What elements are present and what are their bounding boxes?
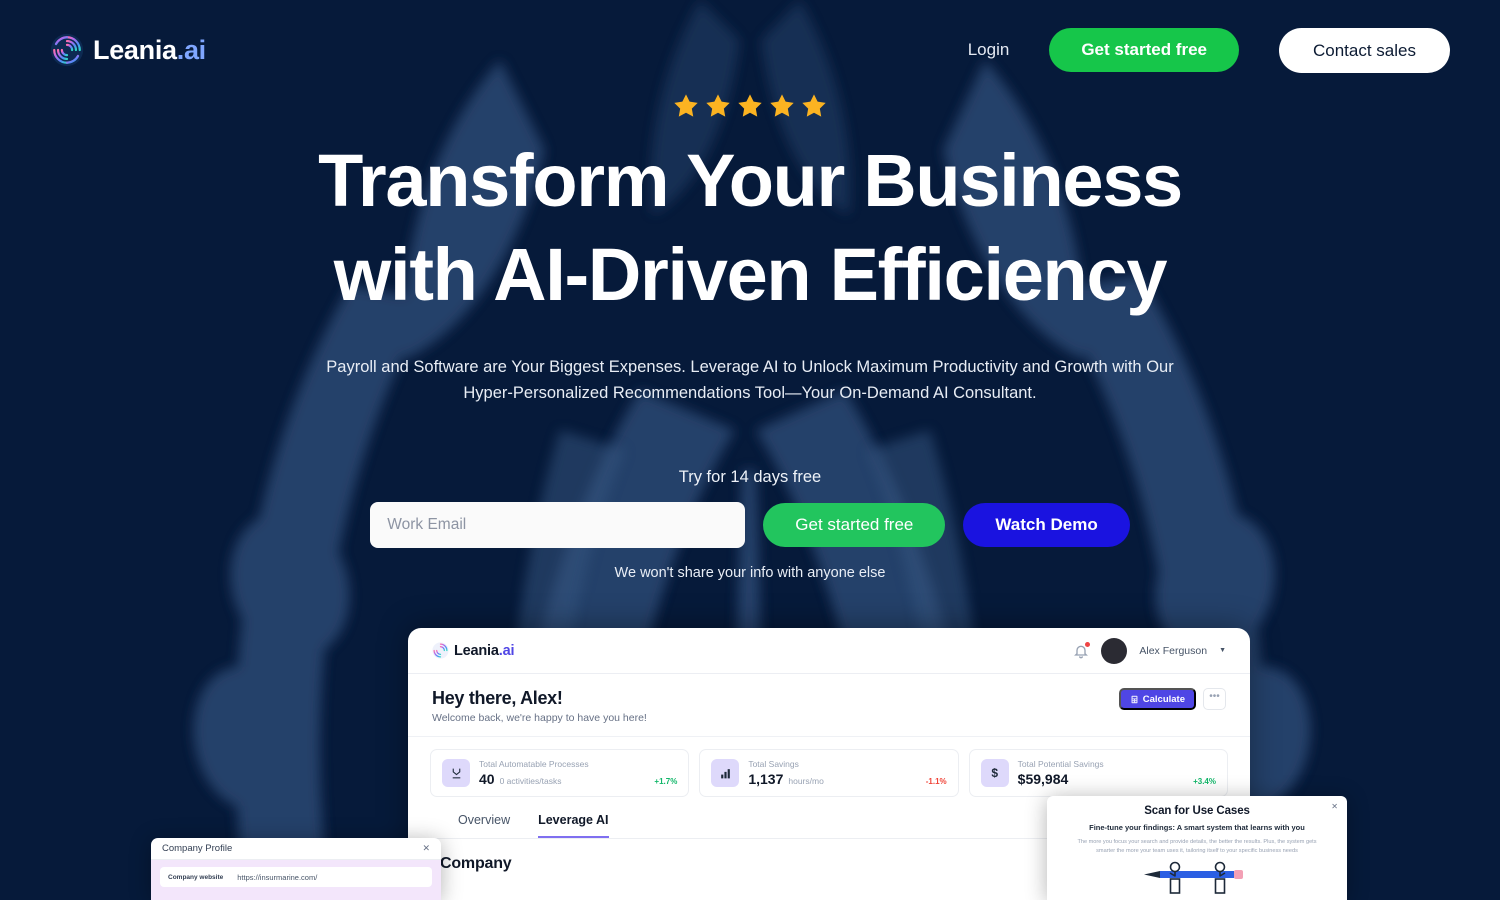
headline-line-1: Transform Your Business xyxy=(318,139,1183,222)
rating-stars xyxy=(0,92,1500,120)
dollar-icon: $ xyxy=(980,759,1009,787)
stat-value: 40 xyxy=(479,771,495,787)
work-email-input[interactable] xyxy=(370,502,746,548)
greeting-subtitle: Welcome back, we're happy to have you he… xyxy=(432,712,647,724)
stat-unit: hours/mo xyxy=(788,776,824,786)
dashboard-header-actions: Alex Ferguson ▼ xyxy=(1073,637,1226,664)
process-icon xyxy=(442,759,470,787)
greeting-title: Hey there, Alex! xyxy=(432,688,563,708)
trial-label: Try for 14 days free xyxy=(678,468,822,486)
stat-label: Total Automatable Processes xyxy=(479,759,589,769)
contact-sales-button[interactable]: Contact sales xyxy=(1279,27,1450,73)
stat-delta: +3.4% xyxy=(1193,777,1216,786)
calculator-icon xyxy=(1131,695,1138,703)
star-icon xyxy=(738,94,762,117)
page-title: Transform Your Business with AI-Driven E… xyxy=(0,134,1500,322)
company-profile-title: Company Profile xyxy=(162,843,233,854)
dashboard-brand-logo[interactable]: Leania.ai xyxy=(432,642,514,659)
scan-use-cases-modal: ✕ Scan for Use Cases Fine-tune your find… xyxy=(1047,796,1347,900)
calculate-label: Calculate xyxy=(1142,693,1185,705)
scan-modal-subtitle: Fine-tune your findings: A smart system … xyxy=(1089,823,1305,832)
stat-delta: -1.1% xyxy=(925,777,947,786)
company-profile-modal: Company Profile ✕ Company website https:… xyxy=(151,838,441,900)
user-name-label: Alex Ferguson xyxy=(1139,644,1208,657)
bar-chart-glyph xyxy=(720,768,730,778)
hero-subheadline: Payroll and Software are Your Biggest Ex… xyxy=(326,357,1174,402)
top-navigation: Leania.ai Login Get started free Contact… xyxy=(0,0,1500,100)
company-website-value: https://insurmarine.com/ xyxy=(237,872,318,882)
close-icon[interactable]: ✕ xyxy=(1331,802,1338,811)
company-profile-header: Company Profile ✕ xyxy=(151,838,441,860)
spiral-fingerprint-icon xyxy=(50,33,84,67)
more-options-button[interactable]: ••• xyxy=(1203,688,1226,710)
star-icon xyxy=(674,94,698,117)
stat-value: 1,137 xyxy=(748,771,784,787)
process-glyph xyxy=(452,768,460,778)
dashboard-header: Leania.ai Alex Ferguson ▼ xyxy=(408,628,1250,674)
dashboard-brand-name: Leania.ai xyxy=(454,642,515,659)
privacy-note: We won't share your info with anyone els… xyxy=(614,565,886,581)
tab-overview[interactable]: Overview xyxy=(458,813,510,838)
company-website-field[interactable]: Company website https://insurmarine.com/ xyxy=(160,867,432,887)
trial-form-row: Get started free Watch Demo xyxy=(0,502,1500,548)
stat-card: Total Savings 1,137 hours/mo -1.1% xyxy=(699,749,959,797)
headline-line-2: with AI-Driven Efficiency xyxy=(333,232,1168,316)
login-link[interactable]: Login xyxy=(968,40,1010,60)
hero-section: Transform Your Business with AI-Driven E… xyxy=(0,92,1500,406)
dashboard-greeting: Hey there, Alex! Welcome back, we're hap… xyxy=(408,674,1250,737)
stat-card: $ Total Potential Savings $59,984 +3.4% xyxy=(968,749,1228,797)
nav-actions: Login Get started free Contact sales xyxy=(968,27,1450,73)
notification-dot xyxy=(1085,641,1091,647)
watch-demo-button[interactable]: Watch Demo xyxy=(963,503,1130,547)
greeting-actions: Calculate ••• xyxy=(1118,688,1226,710)
scan-modal-paragraph: The more you focus your search and provi… xyxy=(1077,839,1317,855)
trial-signup-form: Try for 14 days free Get started free Wa… xyxy=(0,468,1500,581)
company-profile-body: Company website https://insurmarine.com/ xyxy=(151,860,441,900)
spiral-fingerprint-icon xyxy=(432,642,449,659)
calculate-button[interactable]: Calculate xyxy=(1118,688,1196,710)
tab-leverage-ai[interactable]: Leverage AI xyxy=(538,813,609,838)
stat-value: $59,984 xyxy=(1017,771,1069,787)
company-website-label: Company website xyxy=(168,873,224,881)
star-icon xyxy=(802,94,826,117)
start-free-trial-button[interactable]: Get started free xyxy=(763,503,946,547)
stat-label: Total Potential Savings xyxy=(1017,759,1104,769)
people-with-pencil-illustration xyxy=(1059,858,1335,896)
star-icon xyxy=(706,94,730,117)
stat-delta: +1.7% xyxy=(654,777,678,786)
star-icon xyxy=(770,94,794,117)
close-icon[interactable]: ✕ xyxy=(422,843,430,854)
brand-logo[interactable]: Leania.ai xyxy=(50,33,206,67)
chevron-down-icon[interactable]: ▼ xyxy=(1219,647,1226,654)
avatar[interactable] xyxy=(1101,637,1128,664)
bell-icon[interactable] xyxy=(1073,641,1091,659)
stat-card: Total Automatable Processes 40 0 activit… xyxy=(430,749,690,797)
get-started-free-button[interactable]: Get started free xyxy=(1049,28,1239,72)
stat-unit: 0 activities/tasks xyxy=(499,776,562,786)
bar-chart-icon xyxy=(711,759,740,787)
scan-modal-title: Scan for Use Cases xyxy=(1144,805,1250,817)
brand-name: Leania.ai xyxy=(93,34,206,65)
stat-label: Total Savings xyxy=(748,759,799,769)
